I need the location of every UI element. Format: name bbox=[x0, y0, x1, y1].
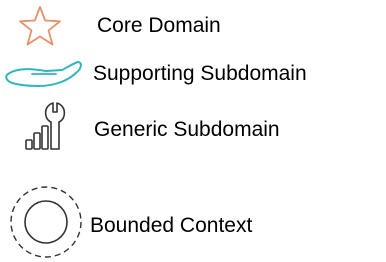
dashed-circle-icon bbox=[10, 186, 82, 258]
star-icon bbox=[19, 6, 61, 46]
legend-item-core-domain: Core Domain bbox=[0, 0, 386, 50]
legend-item-generic-subdomain: Generic Subdomain bbox=[0, 96, 386, 156]
wrench-signal-icon bbox=[25, 102, 66, 150]
legend-label-core-domain: Core Domain bbox=[97, 14, 221, 37]
legend-label-supporting-subdomain: Supporting Subdomain bbox=[93, 62, 307, 85]
legend-item-bounded-context: Bounded Context bbox=[0, 180, 386, 262]
legend-label-bounded-context: Bounded Context bbox=[90, 214, 253, 237]
legend-item-supporting-subdomain: Supporting Subdomain bbox=[0, 50, 386, 96]
legend: Core Domain Supporting Subdomain Generic… bbox=[0, 0, 386, 262]
hand-icon bbox=[5, 61, 82, 87]
legend-label-generic-subdomain: Generic Subdomain bbox=[94, 118, 280, 141]
